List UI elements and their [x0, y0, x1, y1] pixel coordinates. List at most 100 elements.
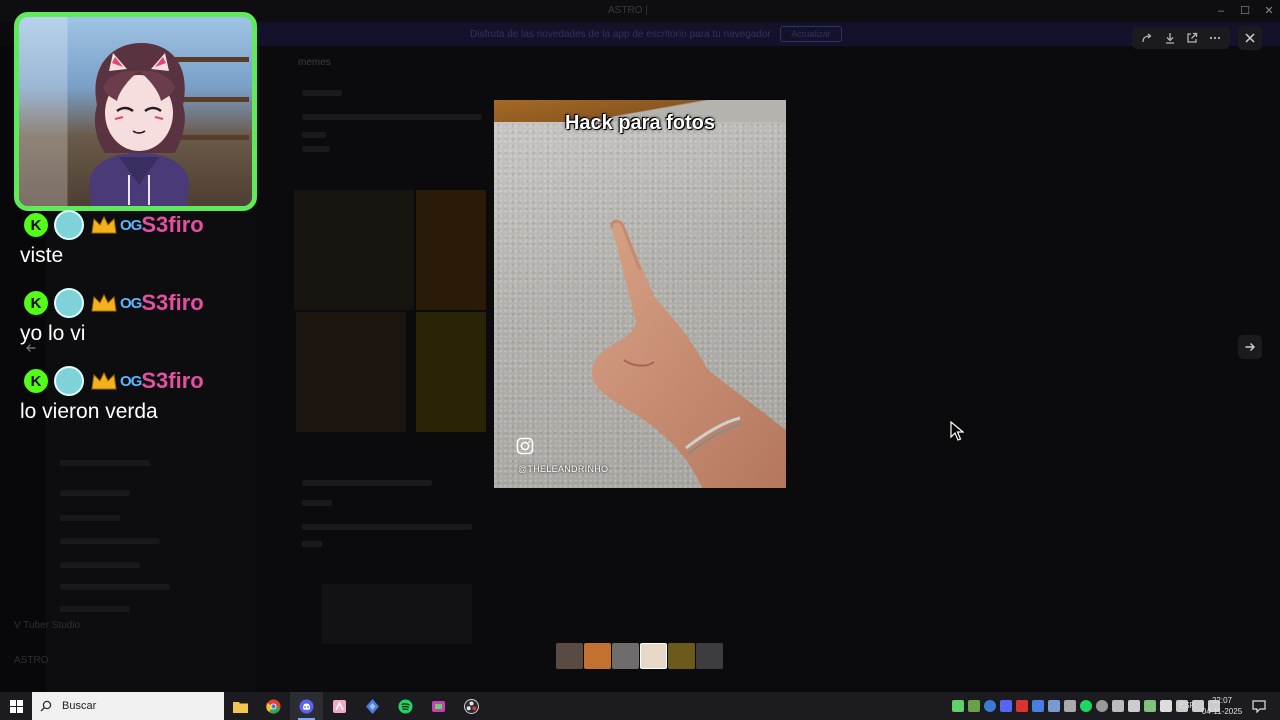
message-line [302, 132, 326, 138]
taskbar-search-box[interactable]: Buscar [32, 692, 224, 720]
folder-icon [233, 701, 248, 713]
app-window-icon [432, 700, 445, 712]
message-line [302, 500, 332, 506]
message-line [302, 90, 342, 96]
sidebar-item[interactable] [60, 562, 140, 568]
notification-center-icon[interactable] [1252, 699, 1266, 713]
media-video[interactable]: Hack para fotos @THELEANDRINHO [494, 100, 786, 488]
tray-app-red-icon[interactable] [1016, 700, 1028, 712]
stream-chat-overlay: K OG S3firo viste K OG S3firo yo lo vi K… [20, 208, 260, 442]
spotify-icon [398, 699, 413, 713]
more-icon[interactable] [1207, 30, 1223, 46]
video-caption: Hack para fotos [564, 112, 716, 134]
chat-message-text: yo lo vi [20, 322, 86, 345]
mouse-cursor-icon [950, 421, 964, 441]
tray-security-icon[interactable] [1144, 700, 1156, 712]
chat-badges: K OG S3firo [24, 288, 204, 318]
chat-username: S3firo [141, 368, 204, 393]
media-thumbnail[interactable] [556, 643, 583, 669]
close-viewer-button[interactable] [1238, 26, 1262, 50]
taskbar-chrome[interactable] [257, 692, 290, 720]
subscriber-badge-icon [54, 366, 84, 396]
media-thumbnail[interactable] [640, 643, 667, 669]
media-thumbnail[interactable] [696, 643, 723, 669]
message-line [302, 146, 330, 152]
kick-badge-icon: K [24, 291, 48, 315]
message-line [302, 114, 482, 120]
search-placeholder: Buscar [62, 700, 97, 712]
tray-mic-icon[interactable] [1112, 700, 1124, 712]
media-thumbnail[interactable] [668, 643, 695, 669]
windows-icon [9, 699, 23, 713]
forward-icon[interactable] [1139, 30, 1155, 46]
media-thumbnail[interactable] [584, 643, 611, 669]
message-media[interactable] [416, 190, 486, 310]
tray-capture-icon[interactable] [1160, 700, 1172, 712]
tray-spotify-icon[interactable] [1080, 700, 1092, 712]
tray-app-icon[interactable] [952, 700, 964, 712]
start-button[interactable] [0, 692, 32, 720]
sidebar-vbox-label: V Tuber Studio [14, 620, 81, 631]
media-thumbnail[interactable] [612, 643, 639, 669]
sidebar-item[interactable] [60, 460, 150, 466]
chat-message: K OG S3firo viste [20, 208, 260, 286]
tray-display-icon[interactable] [1064, 700, 1076, 712]
banner-text: Disfruta de las novedades de la app de e… [470, 29, 771, 40]
search-icon [40, 700, 52, 712]
taskbar-app-blue[interactable] [356, 692, 389, 720]
tray-grid-icon[interactable] [1032, 700, 1044, 712]
tray-app-icon[interactable] [1048, 700, 1060, 712]
chat-badges: K OG S3firo [24, 366, 204, 396]
tray-usb-icon[interactable] [1128, 700, 1140, 712]
chat-username: S3firo [141, 290, 204, 315]
og-badge-icon: OG [120, 294, 142, 312]
next-media-button[interactable] [1238, 335, 1262, 359]
tray-steam-icon[interactable] [1096, 700, 1108, 712]
app-diamond-icon [366, 698, 379, 714]
sidebar-item[interactable] [60, 584, 170, 590]
channel-name: memes [298, 57, 331, 68]
instagram-icon [516, 437, 534, 455]
taskbar-obs[interactable] [455, 692, 488, 720]
input-language[interactable]: ESP [1179, 701, 1195, 710]
tray-discord-icon[interactable] [1000, 700, 1012, 712]
sidebar-item[interactable] [60, 515, 120, 521]
window-close-icon[interactable]: ✕ [1262, 4, 1276, 18]
chat-message-text: lo vieron verda [20, 400, 158, 423]
sidebar-item[interactable] [60, 490, 130, 496]
crown-icon [91, 371, 117, 390]
taskbar-app-green[interactable] [422, 692, 455, 720]
message-line [302, 541, 322, 547]
taskbar-vtube-studio[interactable] [323, 692, 356, 720]
chat-message: K OG S3firo yo lo vi [20, 286, 260, 364]
subscriber-badge-icon [54, 288, 84, 318]
minimize-icon[interactable]: – [1214, 4, 1228, 18]
crown-icon [91, 293, 117, 312]
message-media[interactable] [416, 312, 486, 432]
taskbar-spotify[interactable] [389, 692, 422, 720]
sidebar-item[interactable] [60, 538, 160, 544]
maximize-icon[interactable]: ☐ [1238, 4, 1252, 18]
chrome-icon [266, 699, 281, 714]
tray-nvidia-icon[interactable] [968, 700, 980, 712]
message-media[interactable] [294, 190, 414, 310]
download-icon[interactable] [1162, 30, 1178, 46]
obs-icon [464, 698, 479, 714]
banner-button[interactable]: Actualizar [780, 26, 842, 42]
sidebar-item[interactable] [60, 606, 130, 612]
chat-username: S3firo [141, 212, 204, 237]
message-media[interactable] [296, 312, 406, 432]
message-line [302, 524, 472, 530]
message-media[interactable] [322, 584, 472, 644]
message-line [302, 480, 432, 486]
taskbar-clock[interactable]: 22:07 04-11-2025 [1200, 695, 1244, 717]
crown-icon [91, 215, 117, 234]
og-badge-icon: OG [120, 372, 142, 390]
subscriber-badge-icon [54, 210, 84, 240]
chat-badges: K OG S3firo [24, 210, 204, 240]
taskbar-file-explorer[interactable] [224, 692, 257, 720]
media-thumbnail-strip [556, 643, 723, 669]
tray-bluetooth-icon[interactable] [984, 700, 996, 712]
taskbar-discord[interactable] [290, 692, 323, 720]
open-external-icon[interactable] [1184, 30, 1200, 46]
